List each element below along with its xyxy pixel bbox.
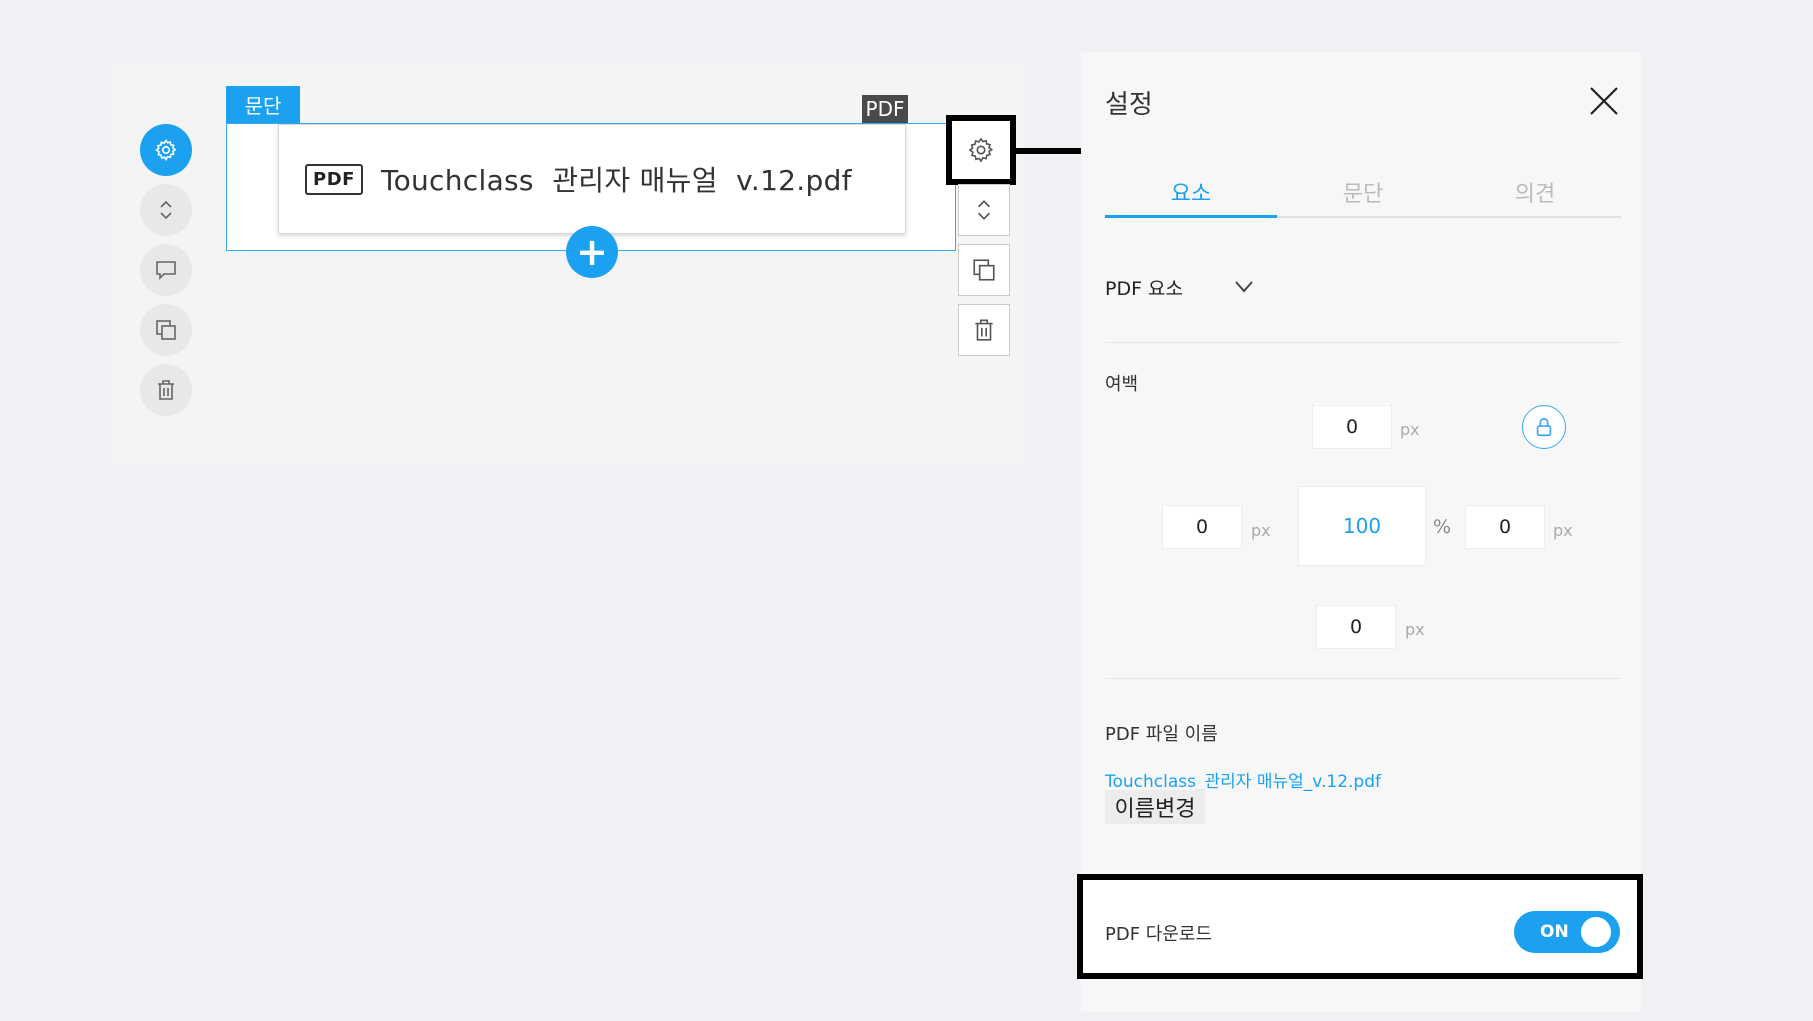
pdf-badge: PDF bbox=[305, 163, 363, 195]
tab-element[interactable]: 요소 bbox=[1105, 172, 1277, 218]
gear-icon bbox=[155, 139, 177, 162]
close-icon[interactable] bbox=[1587, 84, 1621, 118]
pdf-element-card[interactable]: PDF Touchclass 관리자 매뉴얼 v.12.pdf bbox=[278, 124, 906, 234]
block-settings-button[interactable] bbox=[140, 124, 192, 176]
plus-icon: + bbox=[576, 230, 608, 274]
element-delete-button[interactable] bbox=[958, 304, 1010, 356]
pdf-download-label: PDF 다운로드 bbox=[1105, 924, 1213, 945]
pdf-file-name-link[interactable]: Touchclass_관리자 매뉴얼_v.12.pdf bbox=[1105, 767, 1381, 792]
tab-comment[interactable]: 의견 bbox=[1449, 172, 1621, 218]
width-unit: % bbox=[1433, 516, 1452, 538]
pdf-element-tag: PDF bbox=[862, 95, 908, 123]
gear-icon bbox=[968, 137, 994, 163]
tab-paragraph[interactable]: 문단 bbox=[1277, 172, 1449, 218]
margin-left-input[interactable]: 0 bbox=[1162, 505, 1242, 549]
trash-icon bbox=[975, 319, 993, 341]
element-settings-button[interactable] bbox=[946, 115, 1016, 185]
chevron-up-down-icon bbox=[978, 200, 990, 220]
chevron-down-icon[interactable] bbox=[1232, 277, 1256, 297]
copy-icon bbox=[156, 320, 176, 340]
block-delete-button[interactable] bbox=[140, 364, 192, 416]
block-comment-button[interactable] bbox=[140, 244, 192, 296]
margin-bottom-input[interactable]: 0 bbox=[1316, 605, 1396, 649]
pdf-file-name: Touchclass 관리자 매뉴얼 v.12.pdf bbox=[380, 164, 852, 197]
block-copy-button[interactable] bbox=[140, 304, 192, 356]
margin-top-unit: px bbox=[1400, 420, 1420, 439]
add-block-button[interactable]: + bbox=[566, 226, 618, 278]
margin-left-unit: px bbox=[1251, 521, 1271, 540]
chevron-up-down-icon bbox=[160, 200, 172, 220]
trash-icon bbox=[158, 380, 174, 400]
margin-bottom-unit: px bbox=[1405, 620, 1425, 639]
rename-button[interactable]: 이름변경 bbox=[1105, 790, 1205, 824]
lock-icon bbox=[1536, 417, 1552, 437]
comment-icon bbox=[156, 261, 176, 280]
divider bbox=[1105, 342, 1621, 343]
margin-lock-button[interactable] bbox=[1522, 405, 1566, 449]
width-input[interactable]: 100 bbox=[1298, 486, 1426, 566]
panel-title: 설정 bbox=[1105, 90, 1153, 120]
element-type-select[interactable]: PDF 요소 bbox=[1105, 274, 1183, 301]
margin-top-input[interactable]: 0 bbox=[1312, 405, 1392, 449]
pdf-file-name-label: PDF 파일 이름 bbox=[1105, 724, 1218, 745]
toggle-knob[interactable] bbox=[1581, 917, 1611, 947]
element-copy-button[interactable] bbox=[958, 244, 1010, 296]
paragraph-tag: 문단 bbox=[226, 86, 300, 123]
margin-right-unit: px bbox=[1553, 521, 1573, 540]
element-move-button[interactable] bbox=[958, 184, 1010, 236]
copy-icon bbox=[973, 259, 995, 281]
toggle-state-label: ON bbox=[1540, 922, 1569, 942]
block-move-button[interactable] bbox=[140, 184, 192, 236]
margin-label: 여백 bbox=[1105, 374, 1139, 395]
margin-right-input[interactable]: 0 bbox=[1465, 505, 1545, 549]
divider bbox=[1105, 678, 1621, 679]
